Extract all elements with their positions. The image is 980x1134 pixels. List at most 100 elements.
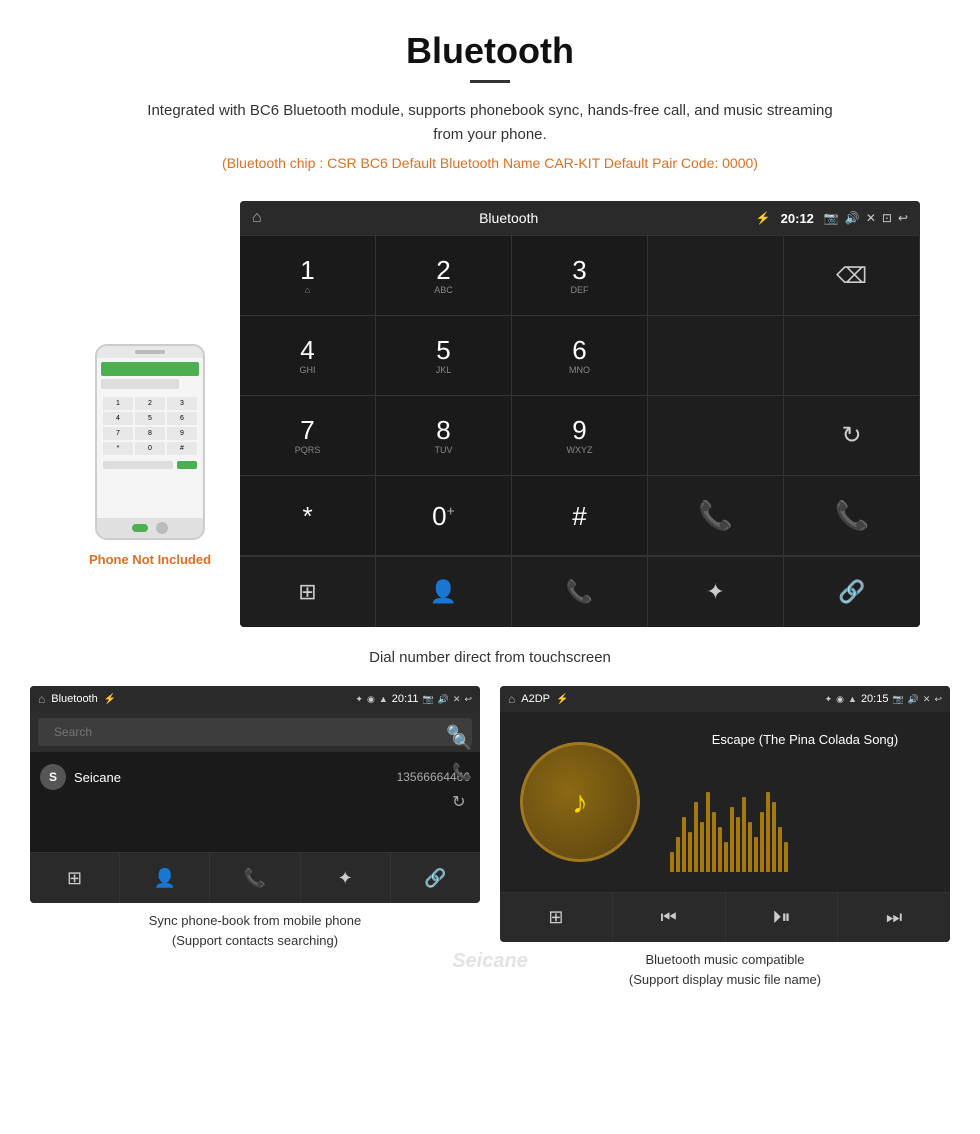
close-icon[interactable]: ✕ [866, 211, 876, 225]
dial-call-green[interactable]: 📞 [648, 476, 784, 556]
music-back-icon[interactable]: ↩ [934, 694, 942, 705]
music-content: ♪ Escape (The Pina Colada Song) [500, 712, 950, 892]
pb-nav-bt[interactable]: ✦ [301, 853, 391, 903]
dial-empty-r3c4 [648, 396, 784, 476]
music-vol-icon[interactable]: 🔊 [908, 694, 919, 705]
dial-key-hash[interactable]: # [512, 476, 648, 556]
status-icons-left: ⚡ [756, 211, 771, 225]
dialpad-grid: 1 ⌂ 2 ABC 3 DEF ⌫ 4 GHI 5 JKL [240, 235, 920, 556]
pb-nav-phone[interactable]: 📞 [210, 853, 300, 903]
dial-key-9[interactable]: 9 WXYZ [512, 396, 648, 476]
dial-key-1[interactable]: 1 ⌂ [240, 236, 376, 316]
pb-right-refresh[interactable]: ↻ [452, 792, 472, 812]
bottom-nav-dialpad[interactable]: ⊞ [240, 557, 376, 627]
pb-bt-icon: ✦ [355, 694, 363, 705]
music-bt-icon: ✦ [825, 694, 833, 705]
pb-back-icon[interactable]: ↩ [464, 694, 472, 705]
pb-search-bar: 🔍 [30, 712, 480, 752]
phone-image: 1 2 3 4 5 6 7 8 9 * 0 # [95, 344, 205, 540]
window-icon[interactable]: ⊡ [882, 211, 892, 225]
dial-key-7[interactable]: 7 PQRS [240, 396, 376, 476]
dial-key-4[interactable]: 4 GHI [240, 316, 376, 396]
pb-right-phone[interactable]: 📞 [452, 762, 472, 782]
music-status-icons: ✦ ◉ ▲ 20:15 📷 🔊 ✕ ↩ [825, 693, 942, 705]
dial-key-0[interactable]: 0+ [376, 476, 512, 556]
pb-usb: ⚡ [104, 694, 116, 705]
dial-call-red[interactable]: 📞 [784, 476, 920, 556]
camera-icon[interactable]: 📷 [824, 211, 839, 225]
bluetooth-info: (Bluetooth chip : CSR BC6 Default Blueto… [20, 155, 960, 171]
pb-right-search[interactable]: 🔍 [452, 732, 472, 752]
track-title: Escape (The Pina Colada Song) [670, 732, 940, 747]
page-title: Bluetooth [20, 30, 960, 72]
dial-refresh[interactable]: ↻ [784, 396, 920, 476]
dial-empty-r2c5 [784, 316, 920, 396]
pb-time: 20:11 [392, 693, 419, 705]
bottom-nav-link[interactable]: 🔗 [784, 557, 920, 627]
phone-screen: 1 2 3 4 5 6 7 8 9 * 0 # [97, 358, 203, 518]
page-description: Integrated with BC6 Bluetooth module, su… [140, 99, 840, 147]
statusbar-title: Bluetooth [272, 210, 746, 226]
bottom-nav-bluetooth[interactable]: ✦ [648, 557, 784, 627]
music-home-icon[interactable]: ⌂ [508, 692, 515, 706]
back-icon[interactable]: ↩ [898, 211, 908, 225]
music-statusbar: ⌂ A2DP ⚡ ✦ ◉ ▲ 20:15 📷 🔊 ✕ ↩ [500, 686, 950, 712]
pb-contact-row[interactable]: S Seicane 13566664466 [30, 756, 480, 798]
phone-bottom [97, 518, 203, 538]
page-header: Bluetooth Integrated with BC6 Bluetooth … [0, 0, 980, 201]
pb-vol-icon[interactable]: 🔊 [438, 694, 449, 705]
music-bottom-nav: ⊞ ⏮ ⏵⏸ ⏭ [500, 892, 950, 942]
dial-display [648, 236, 784, 316]
music-nav-home[interactable]: ⊞ [500, 893, 613, 942]
music-title: A2DP [521, 693, 550, 705]
dial-backspace[interactable]: ⌫ [784, 236, 920, 316]
music-nav-prev[interactable]: ⏮ [613, 893, 726, 942]
music-caption: Bluetooth music compatible (Support disp… [629, 942, 821, 989]
phone-green-bar [101, 362, 199, 376]
pb-cam-icon[interactable]: 📷 [422, 694, 433, 705]
dial-key-8[interactable]: 8 TUV [376, 396, 512, 476]
pb-sig-icon: ▲ [379, 694, 388, 704]
dial-empty-r2c4 [648, 316, 784, 396]
music-usb: ⚡ [556, 694, 568, 705]
status-icons-right: 📷 🔊 ✕ ⊡ ↩ [824, 211, 908, 225]
pb-status-icons: ✦ ◉ ▲ 20:11 📷 🔊 ✕ ↩ [355, 693, 472, 705]
pb-nav-dialpad[interactable]: ⊞ [30, 853, 120, 903]
pb-contact-name: Seicane [74, 770, 389, 785]
music-close-icon[interactable]: ✕ [923, 694, 931, 705]
pb-loc-icon: ◉ [367, 694, 375, 705]
music-cam-icon[interactable]: 📷 [892, 694, 903, 705]
music-time: 20:15 [861, 693, 889, 705]
phone-top [97, 346, 203, 358]
bottom-screens: ⌂ Bluetooth ⚡ ✦ ◉ ▲ 20:11 📷 🔊 ✕ ↩ 🔍 [0, 686, 980, 989]
pb-nav-link[interactable]: 🔗 [391, 853, 480, 903]
main-screen-caption: Dial number direct from touchscreen [0, 637, 980, 686]
main-screen-area: 1 2 3 4 5 6 7 8 9 * 0 # [0, 201, 980, 627]
dial-key-3[interactable]: 3 DEF [512, 236, 648, 316]
dialpad-bottom-nav: ⊞ 👤 📞 ✦ 🔗 [240, 556, 920, 627]
pb-nav-contacts[interactable]: 👤 [120, 853, 210, 903]
dial-key-star[interactable]: * [240, 476, 376, 556]
music-nav-next[interactable]: ⏭ [838, 893, 950, 942]
bottom-nav-contacts[interactable]: 👤 [376, 557, 512, 627]
pb-home-icon[interactable]: ⌂ [38, 692, 45, 706]
usb-icon: ⚡ [756, 211, 771, 225]
volume-icon[interactable]: 🔊 [845, 211, 860, 225]
music-nav-play[interactable]: ⏵⏸ [726, 893, 839, 942]
home-icon[interactable]: ⌂ [252, 209, 262, 227]
pb-bottom-nav: ⊞ 👤 📞 ✦ 🔗 [30, 852, 480, 903]
phonebook-screen: ⌂ Bluetooth ⚡ ✦ ◉ ▲ 20:11 📷 🔊 ✕ ↩ 🔍 [30, 686, 480, 903]
bottom-nav-phone[interactable]: 📞 [512, 557, 648, 627]
dial-key-5[interactable]: 5 JKL [376, 316, 512, 396]
phone-aside: 1 2 3 4 5 6 7 8 9 * 0 # [60, 201, 240, 627]
pb-close-icon[interactable]: ✕ [453, 694, 461, 705]
main-statusbar: ⌂ Bluetooth ⚡ 20:12 📷 🔊 ✕ ⊡ ↩ [240, 201, 920, 235]
phone-speaker [135, 350, 165, 354]
pb-avatar: S [40, 764, 66, 790]
pb-contacts-list: S Seicane 13566664466 [30, 752, 480, 802]
pb-search-input[interactable] [46, 718, 447, 746]
dial-key-6[interactable]: 6 MNO [512, 316, 648, 396]
music-loc-icon: ◉ [836, 694, 844, 705]
dial-key-2[interactable]: 2 ABC [376, 236, 512, 316]
music-screen: ⌂ A2DP ⚡ ✦ ◉ ▲ 20:15 📷 🔊 ✕ ↩ ♪ [500, 686, 950, 942]
